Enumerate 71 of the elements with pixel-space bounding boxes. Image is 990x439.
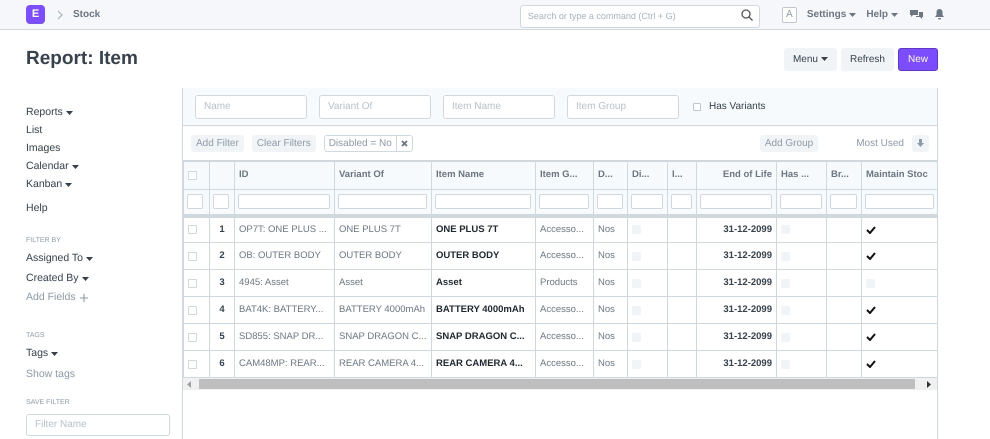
filter-field[interactable]: Name [195,94,307,118]
scroll-left-icon [187,380,191,388]
add-filter-button[interactable]: Add Filter [191,134,244,152]
column-filter-field[interactable] [238,194,330,210]
search-icon [740,9,753,21]
column-filter-field[interactable] [213,194,229,210]
sort-selector[interactable]: Most Used [856,136,904,150]
filter-menu[interactable]: Created By [26,269,170,289]
add-fields-link[interactable]: Add Fields [26,289,170,307]
caret-icon [86,257,94,261]
filter-tag[interactable]: Disabled = No [324,134,413,152]
column-filter-field[interactable] [435,194,531,210]
chat-icon [910,9,923,20]
add-group-button[interactable]: Add Group [760,134,818,152]
app-logo[interactable]: E [26,5,45,24]
column-filter-field[interactable] [187,194,203,210]
sidebar-link[interactable]: Images [26,140,170,158]
horizontal-scrollbar[interactable] [183,378,937,390]
column-filter-field[interactable] [539,194,589,210]
column-filter-field[interactable] [671,194,692,210]
show-tags-link[interactable]: Show tags [26,364,170,384]
close-icon [400,140,408,146]
sidebar-link[interactable]: Calendar [26,158,170,176]
row-checkbox[interactable] [188,332,197,342]
row-checkbox[interactable] [188,225,197,234]
column-filter-field[interactable] [597,194,623,210]
sidebar-link[interactable]: List [26,122,170,140]
caret-icon [51,352,58,356]
plus-icon [80,294,88,302]
select-all-checkbox[interactable] [188,171,197,180]
bell-icon [935,9,944,20]
sidebar-link[interactable]: Reports [26,104,170,122]
refresh-button[interactable]: Refresh [840,48,894,70]
checkbox-label: Has Variants [709,100,766,114]
scroll-right-icon [927,380,931,388]
page-title: Report: Item [26,46,138,71]
sidebar-link[interactable]: Kanban [26,176,170,194]
caret-icon [891,12,898,16]
column-filter-field[interactable] [338,194,427,210]
column-filter-field[interactable] [700,194,772,210]
sort-order-button[interactable] [912,134,929,152]
caret-icon [820,57,828,61]
filter-menu[interactable]: Assigned To [26,249,170,269]
filter-field[interactable]: Item Group [567,94,679,118]
new-button[interactable]: New [898,48,938,70]
avatar[interactable]: A [782,6,797,22]
filter-field[interactable]: Variant Of [319,94,431,118]
filter-name-field[interactable]: Filter Name [26,414,170,436]
menu-button[interactable]: Menu [784,48,837,70]
arrow-down-icon [917,139,924,147]
search-field[interactable]: Search or type a command (Ctrl + G) [520,4,760,28]
chevron-right-icon [57,10,63,20]
column-filter-field[interactable] [631,194,663,210]
nav-menu[interactable]: Help [866,7,898,22]
tags-menu[interactable]: Tags [26,344,170,364]
column-filter-field[interactable] [865,194,934,210]
row-checkbox[interactable] [188,278,197,288]
row-checkbox[interactable] [188,360,197,368]
caret-icon [82,277,89,281]
nav-menu[interactable]: Settings [806,7,856,22]
column-filter-field[interactable] [830,194,857,210]
caret-icon [849,12,856,16]
row-checkbox[interactable] [188,306,197,314]
filter-field[interactable]: Item Name [443,94,555,118]
clear-filters-button[interactable]: Clear Filters [252,134,316,152]
column-filter-field[interactable] [780,194,822,210]
checkbox[interactable] [693,102,701,110]
filter-tag-label: Disabled = No [328,136,393,150]
row-checkbox[interactable] [188,252,197,260]
breadcrumb-link[interactable]: Stock [73,7,100,22]
sidebar-link[interactable]: Help [26,200,170,218]
